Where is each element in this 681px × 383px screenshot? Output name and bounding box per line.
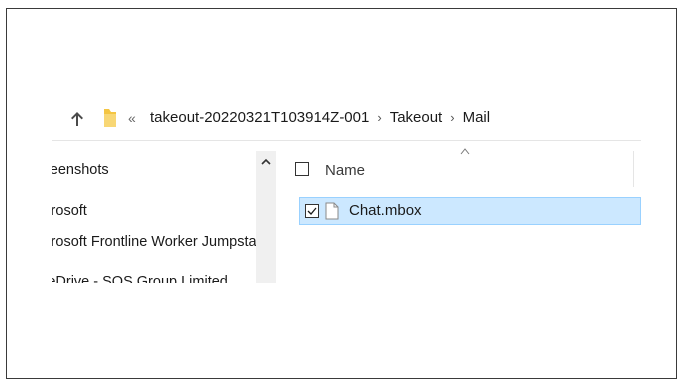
column-header-name[interactable]: Name [295,141,641,187]
nav-item-label: Microsoft [52,203,87,219]
column-divider[interactable] [633,151,634,187]
nav-item-onedrive-sos-group[interactable]: OneDrive - SOS Group Limited [52,272,256,283]
breadcrumb: takeout-20220321T103914Z-001 › Takeout ›… [150,107,490,129]
nav-scrollbar[interactable] [256,151,276,283]
generic-file-icon [325,202,339,220]
up-arrow-icon[interactable] [69,110,85,128]
chevron-up-icon [261,158,271,165]
breadcrumb-separator-chevron-icon[interactable]: › [377,107,381,129]
checkmark-icon [307,207,317,215]
select-all-checkbox[interactable] [295,162,309,176]
nav-item-microsoft[interactable]: Microsoft [52,201,256,221]
file-list-pane: Name Chat.mbox [295,141,641,283]
file-name-label: Chat.mbox [349,202,422,219]
breadcrumb-item-takeout-archive[interactable]: takeout-20220321T103914Z-001 [150,107,369,129]
breadcrumb-separator-chevron-icon[interactable]: › [450,107,454,129]
address-bar[interactable]: « takeout-20220321T103914Z-001 › Takeout… [52,98,641,141]
nav-item-microsoft-frontline-worker[interactable]: Microsoft Frontline Worker Jumpstart [52,232,256,252]
folder-icon [104,109,116,127]
navigation-pane: Screenshots Microsoft Microsoft Frontlin… [52,141,276,283]
breadcrumb-item-takeout[interactable]: Takeout [390,107,443,129]
sort-ascending-caret-icon [460,148,470,155]
nav-item-label: Microsoft Frontline Worker Jumpstart [52,234,256,250]
file-row-chat-mbox[interactable]: Chat.mbox [299,197,641,225]
scroll-up-button[interactable] [256,151,276,171]
nav-item-screenshots[interactable]: Screenshots [52,160,256,180]
window-frame: « takeout-20220321T103914Z-001 › Takeout… [6,8,677,379]
file-checkbox[interactable] [305,204,319,218]
nav-item-label: OneDrive - SOS Group Limited [52,274,228,283]
file-explorer: « takeout-20220321T103914Z-001 › Takeout… [52,98,641,283]
nav-item-label: Screenshots [52,162,109,178]
column-header-name-label: Name [325,162,366,179]
breadcrumb-overflow-button[interactable]: « [128,108,136,128]
breadcrumb-item-mail[interactable]: Mail [463,107,491,129]
